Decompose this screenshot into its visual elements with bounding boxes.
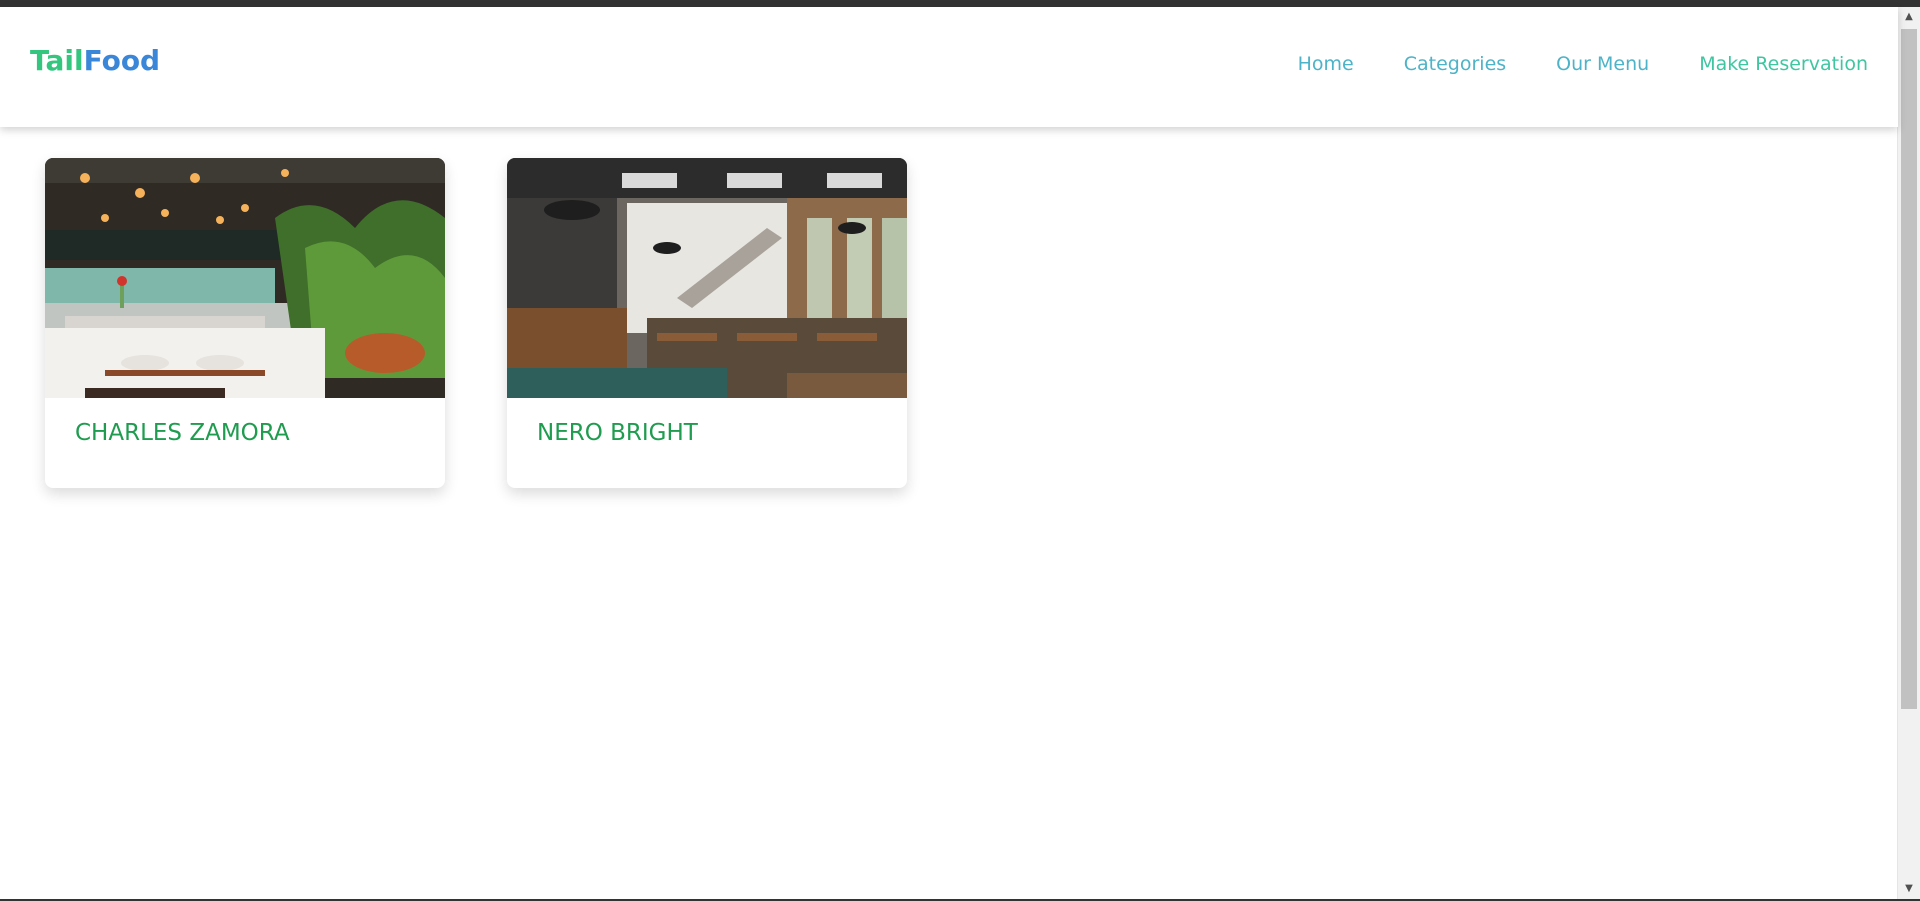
navbar: TailFood Home Categories Our Menu Make R… (0, 7, 1898, 127)
logo-text-food: Food (83, 44, 161, 77)
restaurant-card[interactable]: CHARLES ZAMORA (45, 158, 445, 488)
restaurant-name[interactable]: NERO BRIGHT (507, 398, 907, 470)
nav-link-home[interactable]: Home (1298, 55, 1354, 74)
nav-links: Home Categories Our Menu Make Reservatio… (1298, 55, 1868, 74)
browser-top-bar (0, 0, 1920, 7)
restaurant-cards: CHARLES ZAMORA NERO BRIGHT (45, 158, 907, 488)
cafe-interior-photo[interactable] (507, 158, 907, 398)
scroll-down-arrow-icon[interactable]: ▼ (1898, 879, 1920, 899)
logo[interactable]: TailFood (30, 47, 160, 75)
logo-text-tail: Tail (30, 44, 84, 77)
restaurant-name[interactable]: CHARLES ZAMORA (45, 398, 445, 470)
nav-link-categories[interactable]: Categories (1404, 55, 1506, 74)
scrollbar-thumb[interactable] (1901, 29, 1917, 709)
restaurant-card[interactable]: NERO BRIGHT (507, 158, 907, 488)
page-scrollbar[interactable]: ▲ ▼ (1897, 7, 1920, 899)
restaurant-interior-photo[interactable] (45, 158, 445, 398)
scroll-up-arrow-icon[interactable]: ▲ (1898, 7, 1920, 27)
nav-link-make-reservation[interactable]: Make Reservation (1699, 55, 1868, 74)
nav-link-our-menu[interactable]: Our Menu (1556, 55, 1649, 74)
